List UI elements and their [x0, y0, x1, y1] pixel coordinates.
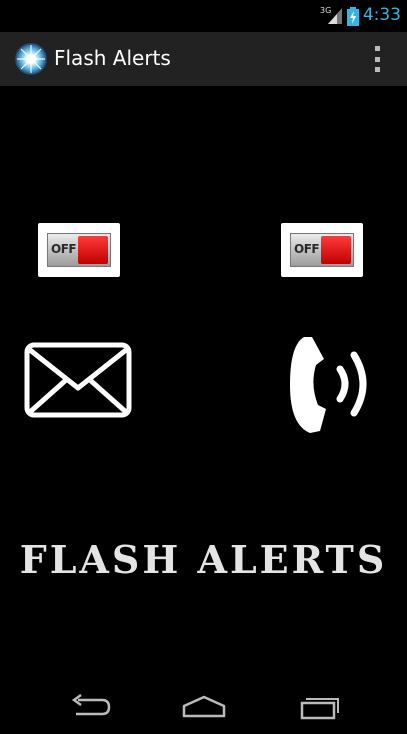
flash-burst-icon[interactable] — [14, 42, 48, 76]
flash-alerts-banner: FLASH ALERTS — [19, 537, 388, 582]
toggle-knob — [321, 236, 351, 264]
toggle-switch-track: OFF — [290, 233, 354, 267]
phone-ringing-icon — [290, 337, 367, 433]
toggle-knob — [78, 236, 108, 264]
recents-icon[interactable] — [296, 694, 342, 720]
app-title: Flash Alerts — [54, 46, 171, 70]
status-bar: 3G 4:33 — [0, 0, 407, 32]
toggle-switch-track: OFF — [47, 233, 111, 267]
sms-alert-toggle[interactable]: OFF — [38, 223, 120, 277]
toggle-state-label: OFF — [51, 242, 77, 256]
home-icon[interactable] — [180, 694, 228, 720]
back-icon[interactable] — [68, 694, 112, 720]
envelope-icon — [24, 342, 132, 418]
overflow-menu-icon[interactable] — [368, 44, 386, 74]
toggle-state-label: OFF — [294, 242, 320, 256]
battery-charging-icon — [347, 7, 359, 26]
status-clock: 4:33 — [362, 5, 401, 25]
signal-icon — [328, 8, 342, 24]
call-alert-toggle[interactable]: OFF — [281, 223, 363, 277]
